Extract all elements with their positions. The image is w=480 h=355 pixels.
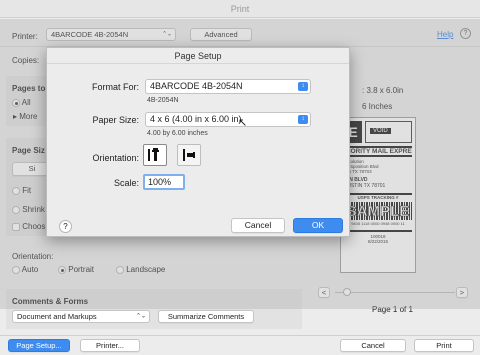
print-cancel-button[interactable]: Cancel [340, 339, 406, 352]
window-title: Print [0, 0, 480, 18]
updown-chevron-icon: ⌃⌄ [135, 313, 146, 319]
page-setup-dialog: Page Setup Format For: 4BARCODE 4B-2054N… [46, 47, 350, 237]
paper-size-label: Paper Size: [92, 115, 139, 125]
scale-label: Scale: [113, 178, 139, 188]
dialog-cancel-button[interactable]: Cancel [231, 218, 285, 233]
landscape-icon [183, 149, 195, 161]
comments-select-value: Document and Markups [17, 312, 97, 321]
format-for-label: Format For: [91, 82, 139, 92]
dialog-ok-button[interactable]: OK [293, 218, 343, 233]
dialog-title: Page Setup [47, 48, 349, 64]
mouse-cursor-icon: ↖ [238, 117, 248, 129]
updown-chevron-icon: ↕ [298, 115, 308, 124]
paper-size-value: 4 x 6 (4.00 in x 6.00 in) [150, 114, 242, 124]
footer-divider [0, 335, 480, 336]
comments-select[interactable]: Document and Markups ⌃⌄ [12, 310, 150, 323]
portrait-orientation-button[interactable] [143, 144, 167, 166]
dialog-help-button[interactable]: ? [59, 220, 72, 233]
summarize-comments-button[interactable]: Summarize Comments [158, 310, 254, 323]
page-setup-button[interactable]: Page Setup... [8, 339, 70, 352]
format-for-value: 4BARCODE 4B-2054N [150, 81, 243, 91]
updown-chevron-icon: ↕ [298, 82, 308, 91]
format-for-sub: 4B-2054N [147, 97, 179, 104]
scale-input[interactable]: 100% [143, 174, 185, 190]
paper-size-sub: 4.00 by 6.00 inches [147, 130, 208, 137]
orientation-dialog-label: Orientation: [92, 153, 139, 163]
printer-button[interactable]: Printer... [80, 339, 140, 352]
print-button[interactable]: Print [414, 339, 474, 352]
portrait-icon [148, 148, 159, 161]
format-for-select[interactable]: 4BARCODE 4B-2054N ↕ [145, 79, 311, 94]
landscape-orientation-button[interactable] [177, 144, 201, 166]
paper-size-select[interactable]: 4 x 6 (4.00 in x 6.00 in) ↕ [145, 112, 311, 127]
